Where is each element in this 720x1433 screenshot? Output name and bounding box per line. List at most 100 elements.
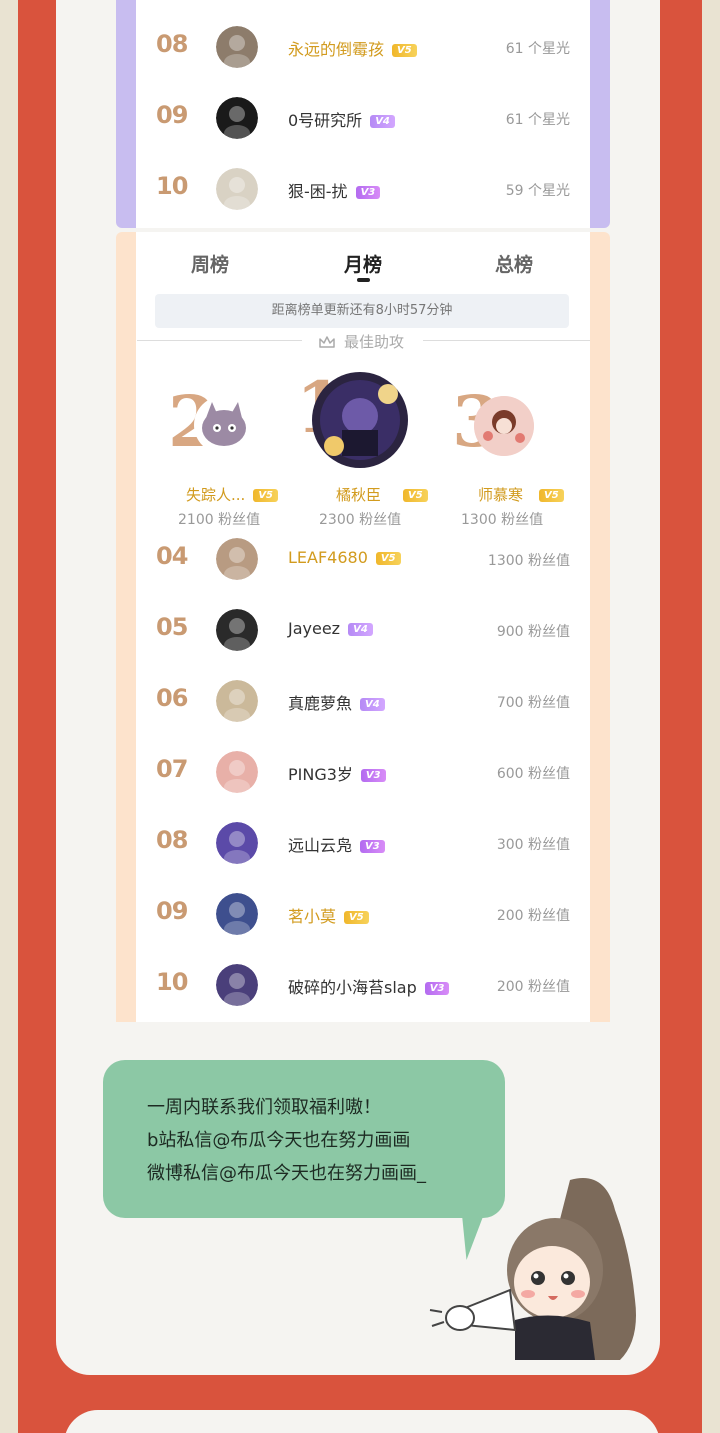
user-name: LEAF4680 <box>288 548 368 567</box>
user-name-wrap: 0号研究所 V4 <box>288 107 395 131</box>
user-name: 茗小莫 <box>288 907 337 926</box>
avatar[interactable] <box>216 964 258 1006</box>
level-badge: V5 <box>539 489 564 502</box>
user-name-wrap: PING3岁 V3 <box>288 761 386 785</box>
podium-name-3[interactable]: 师慕寒 V5 <box>478 484 564 505</box>
level-badge: V3 <box>424 982 450 995</box>
bubble-text-line: 微博私信@布瓜今天也在努力画画_ <box>147 1163 426 1184</box>
score-value: 700 粉丝值 <box>496 695 570 711</box>
avatar[interactable] <box>216 751 258 793</box>
level-badge: V5 <box>392 44 417 57</box>
avatar[interactable] <box>216 97 258 139</box>
tab-total[interactable]: 总榜 <box>495 250 533 277</box>
score-value: 61 个星光 <box>505 112 570 128</box>
rank-number: 05 <box>156 613 188 641</box>
list-item[interactable]: 05 Jayeez V4 900 粉丝值 <box>156 603 576 659</box>
crown-icon <box>319 336 335 348</box>
level-badge: V5 <box>344 911 369 924</box>
level-badge: V5 <box>253 489 279 502</box>
rank-number: 08 <box>156 826 188 854</box>
rank-number: 04 <box>156 542 188 570</box>
user-name: 橘秋臣 <box>336 486 382 504</box>
user-name: 失踪人... <box>186 486 246 504</box>
bubble-text-line: b站私信@布瓜今天也在努力画画 <box>147 1130 411 1151</box>
tab-monthly[interactable]: 月榜 <box>344 250 382 277</box>
rank-number: 09 <box>156 101 188 129</box>
rank-number: 10 <box>156 172 188 200</box>
level-badge: V3 <box>360 840 385 853</box>
rank-number: 08 <box>156 30 188 58</box>
list-item[interactable]: 06 真鹿萝魚 V4 700 粉丝值 <box>156 674 576 730</box>
level-badge: V4 <box>370 115 395 128</box>
user-name-wrap: 远山云凫 V3 <box>288 832 385 856</box>
divider <box>137 340 302 341</box>
next-panel <box>64 1410 660 1433</box>
avatar[interactable] <box>216 168 258 210</box>
score-value: 900 粉丝值 <box>496 624 570 640</box>
level-badge: V3 <box>360 769 386 782</box>
rank-number: 09 <box>156 897 188 925</box>
rank-number: 07 <box>156 755 188 783</box>
user-name: 0号研究所 <box>288 111 363 130</box>
user-name-wrap: 破碎的小海苔slap V3 <box>288 974 450 998</box>
avatar[interactable] <box>194 396 252 454</box>
podium-name-2[interactable]: 失踪人... V5 <box>186 484 279 505</box>
score-value: 59 个星光 <box>505 183 570 199</box>
user-name: 破碎的小海苔slap <box>288 978 417 997</box>
user-name: 狠-困-扰 <box>288 182 348 201</box>
score-value: 200 粉丝值 <box>496 979 570 995</box>
user-name: 永远的倒霉孩 <box>288 40 385 59</box>
score-value: 300 粉丝值 <box>496 837 570 853</box>
list-item[interactable]: 10 狠-困-扰 V3 59 个星光 <box>156 162 576 218</box>
mascot-illustration <box>429 1178 636 1360</box>
avatar[interactable] <box>216 822 258 864</box>
list-item[interactable]: 08 远山云凫 V3 300 粉丝值 <box>156 816 576 872</box>
user-name-wrap: LEAF4680 V5 <box>288 548 401 567</box>
score-value: 600 粉丝值 <box>496 766 570 782</box>
user-name: 师慕寒 <box>478 486 524 504</box>
podium-value-1: 2300 粉丝值 <box>319 512 402 528</box>
list-item[interactable]: 04 LEAF4680 V5 1300 粉丝值 <box>156 532 576 588</box>
section-title: 最佳助攻 <box>318 331 404 352</box>
avatar[interactable] <box>216 893 258 935</box>
divider <box>423 340 590 341</box>
list-item[interactable]: 09 茗小莫 V5 200 粉丝值 <box>156 887 576 943</box>
user-name: PING3岁 <box>288 765 353 784</box>
user-name-wrap: Jayeez V4 <box>288 619 373 638</box>
list-item[interactable]: 10 破碎的小海苔slap V3 200 粉丝值 <box>156 958 576 1014</box>
user-name: Jayeez <box>288 619 341 638</box>
user-name-wrap: 真鹿萝魚 V4 <box>288 690 385 714</box>
level-badge: V3 <box>355 186 381 199</box>
tab-weekly[interactable]: 周榜 <box>191 250 229 277</box>
update-countdown: 距离榜单更新还有8小时57分钟 <box>155 294 569 328</box>
score-value: 1300 粉丝值 <box>487 553 570 569</box>
podium-name-1[interactable]: 橘秋臣 V5 <box>336 484 428 505</box>
rank-number: 10 <box>156 968 188 996</box>
section-title-label: 最佳助攻 <box>344 333 405 351</box>
bubble-text-line: 一周内联系我们领取福利嗷！ <box>147 1097 381 1118</box>
user-name-wrap: 茗小莫 V5 <box>288 903 369 927</box>
podium-value-2: 2100 粉丝值 <box>178 512 261 528</box>
level-badge: V4 <box>348 623 373 636</box>
user-name: 远山云凫 <box>288 836 353 855</box>
avatar[interactable] <box>216 26 258 68</box>
list-item[interactable]: 07 PING3岁 V3 600 粉丝值 <box>156 745 576 801</box>
list-item[interactable]: 08 永远的倒霉孩 V5 61 个星光 <box>156 20 576 76</box>
user-name-wrap: 永远的倒霉孩 V5 <box>288 36 417 60</box>
user-name-wrap: 狠-困-扰 V3 <box>288 178 381 202</box>
score-value: 61 个星光 <box>505 41 570 57</box>
avatar[interactable] <box>216 680 258 722</box>
list-item[interactable]: 09 0号研究所 V4 61 个星光 <box>156 91 576 147</box>
active-tab-indicator <box>357 278 370 282</box>
score-value: 200 粉丝值 <box>496 908 570 924</box>
level-badge: V5 <box>403 489 428 502</box>
user-name: 真鹿萝魚 <box>288 694 353 713</box>
rank-number: 06 <box>156 684 188 712</box>
level-badge: V4 <box>360 698 385 711</box>
avatar[interactable] <box>216 609 258 651</box>
avatar[interactable] <box>312 372 408 468</box>
podium-value-3: 1300 粉丝值 <box>461 512 544 528</box>
avatar[interactable] <box>474 396 534 456</box>
avatar[interactable] <box>216 538 258 580</box>
level-badge: V5 <box>375 552 401 565</box>
